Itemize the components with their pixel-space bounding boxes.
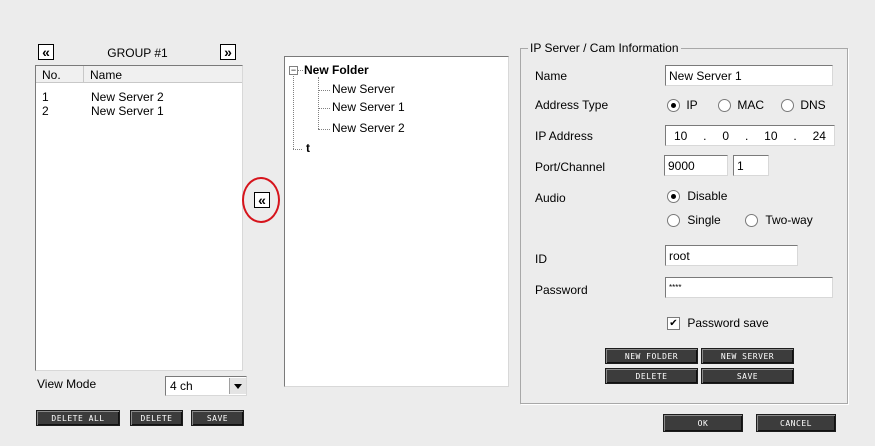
audio-label: Audio <box>535 191 566 205</box>
save-server-button[interactable]: SAVE <box>701 368 794 384</box>
group-server-list[interactable]: No. Name 1 New Server 2 2 New Server 1 <box>35 65 243 371</box>
delete-server-button[interactable]: DELETE <box>605 368 698 384</box>
password-label: Password <box>535 283 588 297</box>
server-tree[interactable]: − New Folder New Server New Server 1 New… <box>284 56 509 387</box>
column-header-no[interactable]: No. <box>36 66 84 83</box>
radio-icon <box>718 99 731 113</box>
tree-item[interactable]: New Server <box>332 82 395 96</box>
ip-dot: . <box>793 128 797 143</box>
highlight-ring <box>242 177 280 223</box>
ip-dot: . <box>744 128 749 143</box>
chevron-down-icon[interactable] <box>229 378 246 394</box>
name-label: Name <box>535 69 568 83</box>
tree-item[interactable]: New Server 2 <box>332 121 405 135</box>
channel-field[interactable]: 1 <box>733 155 769 176</box>
audio-two-way-radio[interactable]: Two-way <box>745 213 813 228</box>
row-no: 2 <box>42 104 49 118</box>
ip-address-field[interactable]: 10 . 0 . 10 . 24 <box>665 125 835 146</box>
audio-disable-radio[interactable]: Disable <box>667 189 727 204</box>
collapse-icon[interactable]: − <box>289 66 298 75</box>
tree-root-folder[interactable]: t <box>306 141 310 155</box>
new-server-button[interactable]: NEW SERVER <box>701 348 794 364</box>
address-type-mac-radio[interactable]: MAC <box>718 98 764 113</box>
new-folder-button[interactable]: NEW FOLDER <box>605 348 698 364</box>
view-mode-value: 4 ch <box>170 379 193 393</box>
server-info-legend: IP Server / Cam Information <box>528 41 681 55</box>
tree-root-folder[interactable]: New Folder <box>304 63 369 77</box>
list-item[interactable]: 1 New Server 2 <box>36 90 242 104</box>
ip-octet[interactable]: 10 <box>764 129 777 143</box>
radio-selected-icon <box>667 190 680 204</box>
ip-address-label: IP Address <box>535 129 593 143</box>
checkmark-icon: ✔ <box>667 317 680 331</box>
radio-selected-icon <box>667 99 680 113</box>
row-no: 1 <box>42 90 49 104</box>
password-save-checkbox[interactable]: ✔ Password save <box>667 316 769 331</box>
radio-icon <box>745 214 758 228</box>
ok-button[interactable]: OK <box>663 414 743 432</box>
view-mode-select[interactable]: 4 ch <box>165 376 247 396</box>
list-item[interactable]: 2 New Server 1 <box>36 104 242 118</box>
port-channel-label: Port/Channel <box>535 160 606 174</box>
address-type-ip-radio[interactable]: IP <box>667 98 698 113</box>
list-header: No. Name <box>36 66 242 83</box>
radio-icon <box>781 99 794 113</box>
view-mode-label: View Mode <box>37 377 97 391</box>
row-name: New Server 1 <box>91 104 164 118</box>
address-type-dns-radio[interactable]: DNS <box>781 98 826 113</box>
ip-dot: . <box>703 128 707 143</box>
group-title: GROUP #1 <box>107 46 168 60</box>
next-group-button[interactable]: » <box>220 44 236 60</box>
ip-octet[interactable]: 24 <box>813 129 826 143</box>
row-name: New Server 2 <box>91 90 164 104</box>
delete-group-button[interactable]: DELETE <box>130 410 183 426</box>
column-header-name[interactable]: Name <box>84 66 242 83</box>
name-field[interactable]: New Server 1 <box>665 65 833 86</box>
delete-all-button[interactable]: DELETE ALL <box>36 410 120 426</box>
double-chevron-right-icon: » <box>224 44 232 60</box>
id-label: ID <box>535 252 547 266</box>
ip-octet[interactable]: 0 <box>722 129 729 143</box>
cancel-button[interactable]: CANCEL <box>756 414 836 432</box>
audio-single-radio[interactable]: Single <box>667 213 721 228</box>
radio-icon <box>667 214 680 228</box>
tree-item[interactable]: New Server 1 <box>332 100 405 114</box>
password-field[interactable]: **** <box>665 277 833 298</box>
prev-group-button[interactable]: « <box>38 44 54 60</box>
port-field[interactable]: 9000 <box>664 155 728 176</box>
id-field[interactable]: root <box>665 245 798 266</box>
ip-octet[interactable]: 10 <box>674 129 687 143</box>
double-chevron-left-icon: « <box>42 44 50 60</box>
address-type-label: Address Type <box>535 98 609 112</box>
save-group-button[interactable]: SAVE <box>191 410 244 426</box>
